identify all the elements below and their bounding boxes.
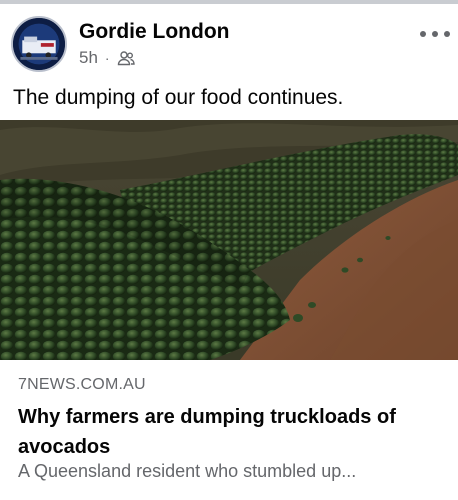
author-name[interactable]: Gordie London <box>79 20 229 44</box>
link-preview-image[interactable] <box>0 120 458 360</box>
post-time[interactable]: 5h <box>79 48 98 68</box>
post-header: Gordie London 5h · <box>0 4 458 82</box>
link-domain: 7NEWS.COM.AU <box>18 376 146 393</box>
meta-separator: · <box>104 50 110 66</box>
link-description: A Queensland resident who stumbled up... <box>18 461 357 481</box>
avocado-pile-photo <box>0 120 458 360</box>
more-options-icon[interactable] <box>420 22 450 46</box>
link-preview-details[interactable]: 7NEWS.COM.AU Why farmers are dumping tru… <box>0 360 458 500</box>
avatar[interactable] <box>11 16 67 72</box>
group-icon[interactable] <box>117 49 135 67</box>
post-meta: 5h · <box>79 48 135 68</box>
avatar-logo-icon <box>13 18 65 70</box>
post-caption: The dumping of our food continues. <box>13 86 344 109</box>
link-headline[interactable]: Why farmers are dumping truckloads of av… <box>18 402 443 462</box>
